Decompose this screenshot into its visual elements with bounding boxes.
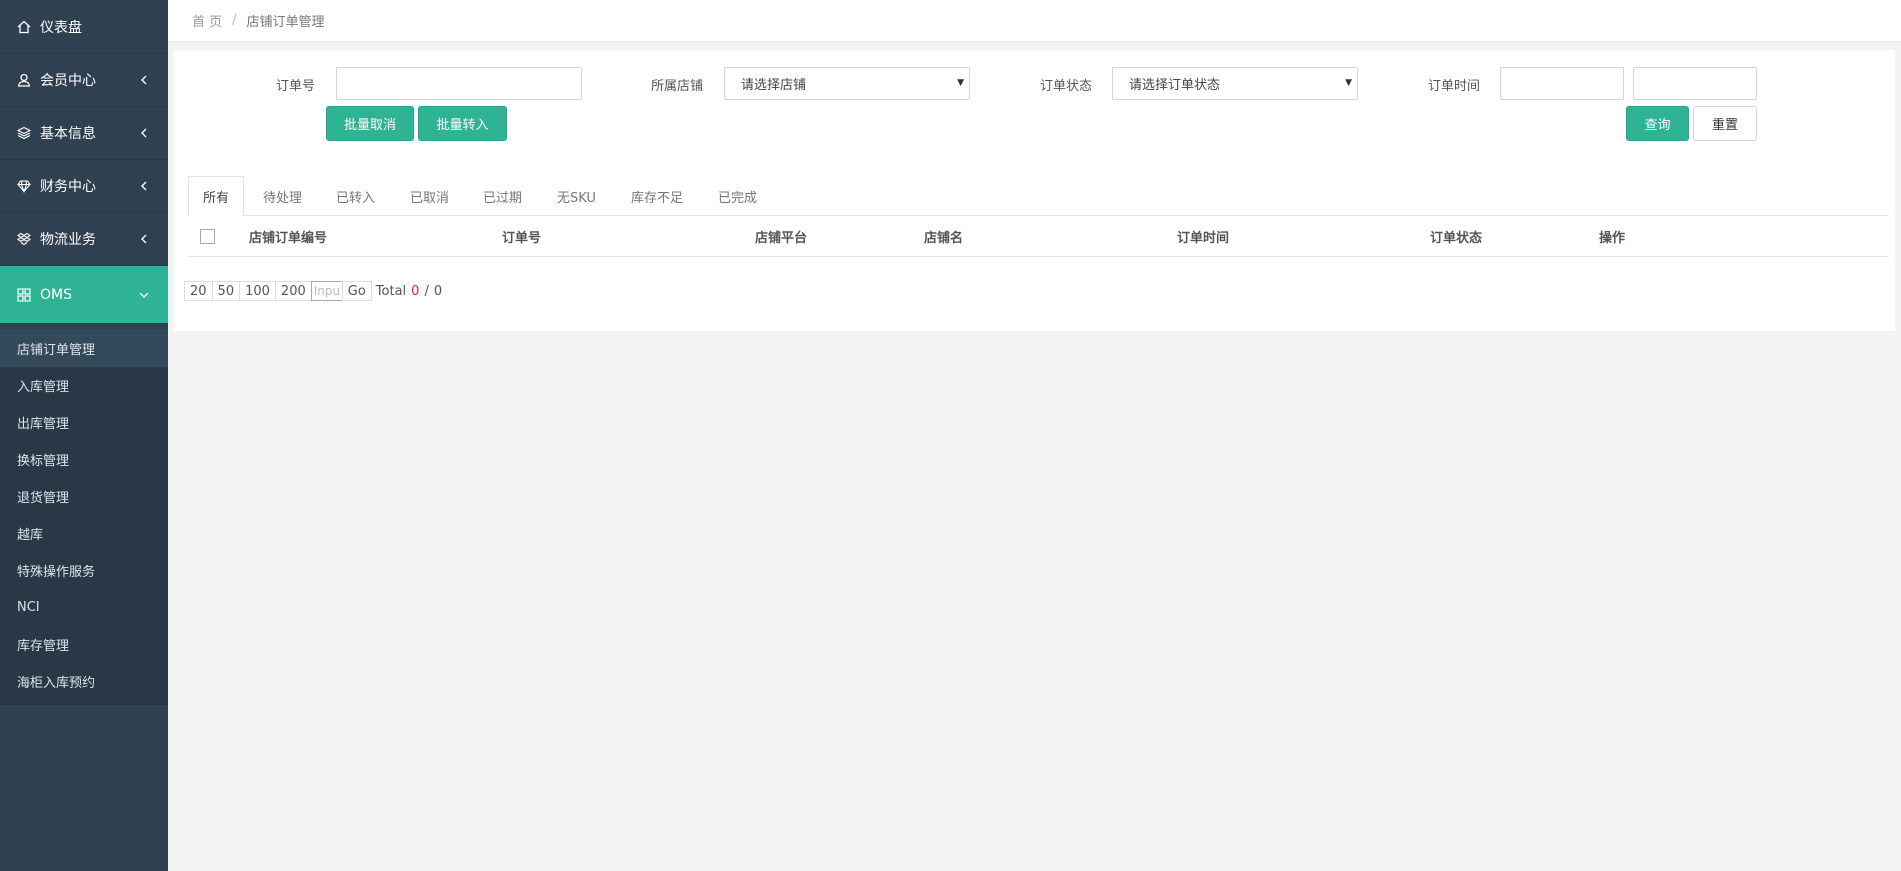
tab-completed[interactable]: 已完成 (718, 176, 757, 216)
tab-expired[interactable]: 已过期 (483, 176, 522, 216)
chevron-left-icon (138, 233, 150, 245)
order-time-start-input[interactable] (1500, 67, 1624, 100)
status-label: 订单状态 (1040, 79, 1093, 94)
sub-item-special-services[interactable]: 特殊操作服务 (0, 552, 168, 589)
sub-item-relabel[interactable]: 换标管理 (0, 441, 168, 478)
order-no-label: 订单号 (276, 79, 316, 94)
status-select[interactable]: 请选择订单状态 ▼ (1112, 67, 1358, 100)
page-size-200[interactable]: 200 (274, 281, 312, 301)
tab-transferred[interactable]: 已转入 (336, 176, 375, 216)
status-select-value: 请选择订单状态 (1129, 78, 1221, 93)
nav-item-label: 仪表盘 (40, 19, 82, 36)
order-time-end-input[interactable] (1633, 67, 1757, 100)
nav-item-oms[interactable]: OMS (0, 266, 168, 323)
nav-item-label: 财务中心 (40, 179, 96, 195)
tab-no-sku[interactable]: 无SKU (557, 176, 596, 216)
current-page: 0 (411, 283, 420, 299)
breadcrumb-separator: / (232, 13, 237, 28)
sub-item-inbound[interactable]: 入库管理 (0, 367, 168, 404)
go-button[interactable]: Go (341, 281, 372, 301)
sub-item-nci[interactable]: NCI (0, 589, 168, 626)
total-label: Total (375, 283, 407, 299)
user-icon (16, 72, 32, 88)
nav-item-member-center[interactable]: 会员中心 (0, 54, 168, 107)
column-header[interactable]: 店铺订单编号 (249, 216, 327, 257)
chevron-left-icon (138, 74, 150, 86)
sub-item-container-booking[interactable]: 海柜入库预约 (0, 663, 168, 700)
column-header[interactable]: 操作 (1599, 216, 1625, 257)
breadcrumb: 首 页 / 店铺订单管理 (168, 0, 1901, 42)
column-header[interactable]: 店铺名 (924, 216, 963, 257)
query-button[interactable]: 查询 (1626, 106, 1689, 141)
page-size-100[interactable]: 100 (239, 281, 276, 301)
oms-submenu: 店铺订单管理 入库管理 出库管理 换标管理 退货管理 越库 特殊操作服务 NCI… (0, 329, 168, 707)
status-tabs: 所有 待处理 已转入 已取消 已过期 无SKU 库存不足 已完成 (188, 176, 1889, 217)
store-label: 所属店铺 (651, 79, 704, 94)
table-header: 店铺订单编号 订单号 店铺平台 店铺名 订单时间 订单状态 操作 (188, 216, 1889, 257)
chevron-left-icon (138, 127, 150, 139)
breadcrumb-home[interactable]: 首 页 (192, 11, 222, 30)
tab-cancelled[interactable]: 已取消 (410, 176, 449, 216)
nav-item-logistics[interactable]: 物流业务 (0, 213, 168, 266)
pagination: 20 50 100 200 Inpu Go Total 0 / 0 (184, 281, 442, 301)
nav-item-label: 会员中心 (40, 73, 96, 89)
sub-item-store-orders[interactable]: 店铺订单管理 (0, 329, 168, 367)
sub-item-cross-dock[interactable]: 越库 (0, 515, 168, 552)
nav-item-label: OMS (40, 286, 72, 303)
store-select-value: 请选择店铺 (741, 78, 807, 93)
caret-down-icon: ▼ (1345, 78, 1352, 88)
column-header[interactable]: 店铺平台 (755, 216, 807, 257)
column-header[interactable]: 订单时间 (1177, 216, 1229, 257)
tab-out-of-stock[interactable]: 库存不足 (631, 176, 683, 216)
chevron-left-icon (138, 180, 150, 192)
tab-all[interactable]: 所有 (188, 176, 245, 217)
page-size-50[interactable]: 50 (211, 281, 241, 301)
nav-item-label: 物流业务 (40, 232, 96, 248)
page-number-input[interactable]: Inpu (310, 281, 343, 301)
chevron-down-icon (138, 289, 150, 301)
store-select[interactable]: 请选择店铺 ▼ (724, 67, 970, 100)
total-pages: 0 (433, 283, 443, 299)
nav-item-dashboard[interactable]: 仪表盘 (0, 0, 168, 54)
reset-button[interactable]: 重置 (1693, 106, 1757, 141)
sub-item-inventory[interactable]: 库存管理 (0, 626, 168, 663)
layers-icon (16, 125, 32, 141)
select-all-checkbox[interactable] (200, 229, 215, 244)
caret-down-icon: ▼ (957, 78, 964, 88)
tab-pending[interactable]: 待处理 (263, 176, 302, 216)
batch-cancel-button[interactable]: 批量取消 (326, 106, 414, 141)
diamond-icon (16, 178, 32, 194)
main-panel: 订单号 所属店铺 请选择店铺 ▼ 订单状态 请选择订单状态 ▼ 订单时间 批量取… (174, 50, 1895, 331)
nav-item-basic-info[interactable]: 基本信息 (0, 107, 168, 160)
column-header[interactable]: 订单状态 (1430, 216, 1482, 257)
sub-item-outbound[interactable]: 出库管理 (0, 404, 168, 441)
page-size-20[interactable]: 20 (184, 281, 213, 301)
nav-item-label: 基本信息 (40, 126, 96, 142)
column-header[interactable]: 订单号 (502, 216, 541, 257)
home-icon (16, 19, 32, 35)
dropbox-icon (16, 231, 32, 247)
order-time-label: 订单时间 (1428, 79, 1481, 94)
breadcrumb-current: 店铺订单管理 (246, 15, 325, 30)
order-no-input[interactable] (336, 67, 582, 100)
sub-item-returns[interactable]: 退货管理 (0, 478, 168, 515)
grid-icon (16, 287, 32, 303)
page-separator: / (424, 283, 429, 299)
nav-item-finance-center[interactable]: 财务中心 (0, 160, 168, 213)
batch-transfer-button[interactable]: 批量转入 (418, 106, 507, 141)
sidebar: 仪表盘 会员中心 基本信息 财务中心 物流业务 OMS 店铺订单管理 入库管理 … (0, 0, 168, 871)
